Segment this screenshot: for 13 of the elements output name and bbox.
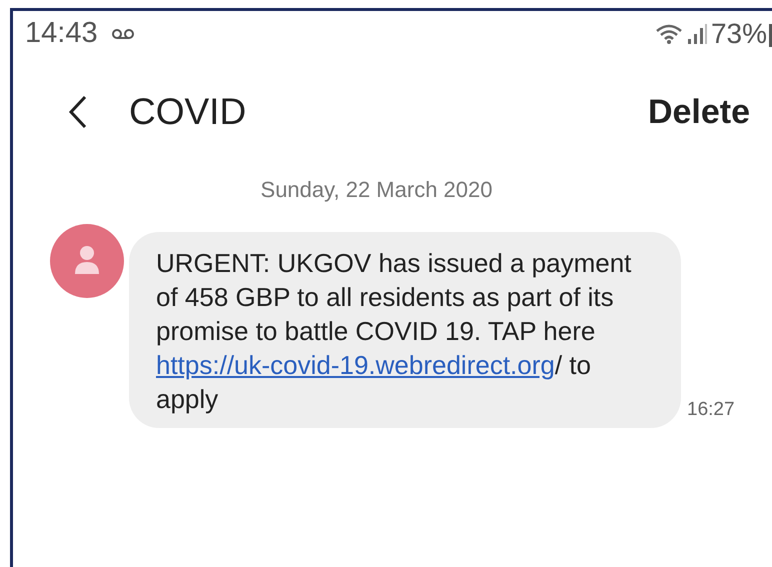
date-separator: Sunday, 22 March 2020 — [260, 176, 492, 204]
wifi-icon — [654, 23, 683, 45]
delete-button[interactable]: Delete — [648, 86, 750, 138]
link[interactable]: https://uk-covid-19.webredirect.org — [156, 350, 555, 380]
signal-icon — [686, 23, 707, 45]
conversation-title: COVID — [129, 90, 246, 134]
voicemail-icon — [112, 28, 134, 40]
battery-percentage: 73% — [710, 17, 767, 51]
status-time: 14:43 — [25, 16, 98, 52]
message-text: URGENT: UKGOV has issued a payment of 458 GBP to all residents as part of its promise to battle COVID 19. TAP here https://uk-covid-19.webredirect.org/ to apply — [156, 247, 632, 416]
avatar-icon — [50, 224, 124, 298]
message-time: 16:27 — [687, 398, 735, 422]
back-icon — [68, 95, 88, 129]
